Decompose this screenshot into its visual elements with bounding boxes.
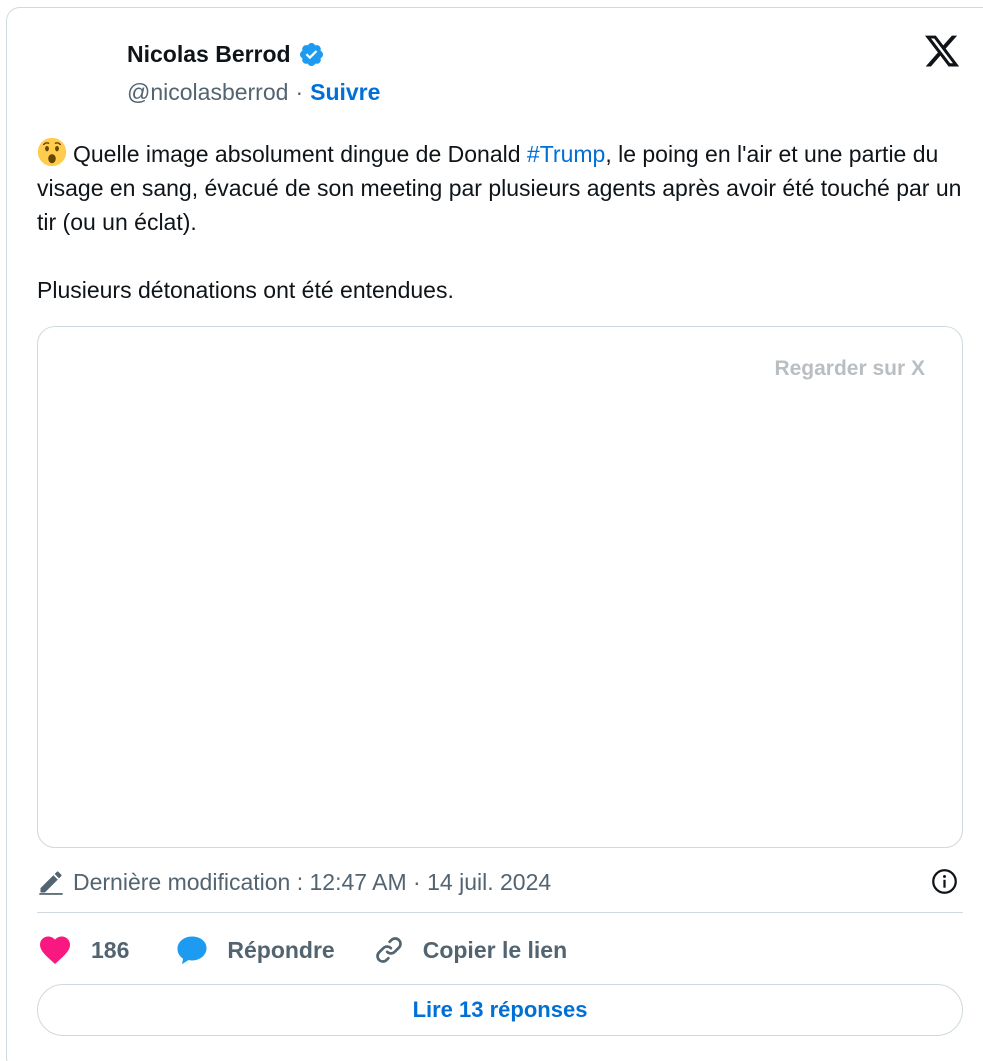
info-icon[interactable] [931, 868, 958, 895]
x-logo-icon[interactable] [922, 32, 962, 70]
reply-bubble-icon [177, 936, 207, 965]
reply-button[interactable]: Répondre [175, 933, 372, 967]
tweet-text: Quelle image absolument dingue de Donald… [37, 137, 967, 307]
pencil-icon [39, 871, 63, 895]
author-name-row[interactable]: Nicolas Berrod [127, 38, 325, 70]
read-replies-button[interactable]: Lire 13 réponses [37, 984, 963, 1036]
heart-icon [40, 936, 70, 965]
link-icon [375, 937, 402, 963]
handle-row: @nicolasberrod · Suivre [127, 76, 380, 108]
copy-link-label: Copier le lien [422, 936, 568, 963]
reply-label: Répondre [227, 936, 335, 963]
edited-timestamp-row[interactable]: Dernière modification : 12:47 AM · 14 ju… [37, 866, 551, 898]
like-count: 186 [91, 936, 130, 963]
tweet-paragraph-1: Quelle image absolument dingue de Donald… [37, 137, 967, 239]
media-embed[interactable]: Regarder sur X [37, 326, 963, 848]
action-bar: 186 Répondre Copier le lien [37, 930, 567, 970]
verified-badge-icon [299, 42, 323, 66]
tweet-text-part-1: Quelle image absolument dingue de Donald [73, 141, 527, 167]
follow-link[interactable]: Suivre [310, 76, 380, 108]
edited-label: Dernière modification : 12:47 AM · 14 ju… [73, 868, 552, 895]
handle-separator: · [295, 79, 304, 105]
read-replies-label: Lire 13 réponses [412, 997, 588, 1022]
tweet-paragraph-2: Plusieurs détonations ont été entendues. [37, 277, 454, 303]
author-name[interactable]: Nicolas Berrod [127, 38, 291, 70]
author-handle[interactable]: @nicolasberrod [127, 76, 288, 108]
like-button[interactable]: 186 [37, 932, 175, 968]
divider [37, 912, 963, 913]
hashtag-trump[interactable]: #Trump [527, 141, 605, 167]
watch-on-x-link[interactable]: Regarder sur X [774, 357, 925, 381]
astonished-emoji-icon [37, 137, 67, 167]
copy-link-button[interactable]: Copier le lien [373, 934, 567, 966]
